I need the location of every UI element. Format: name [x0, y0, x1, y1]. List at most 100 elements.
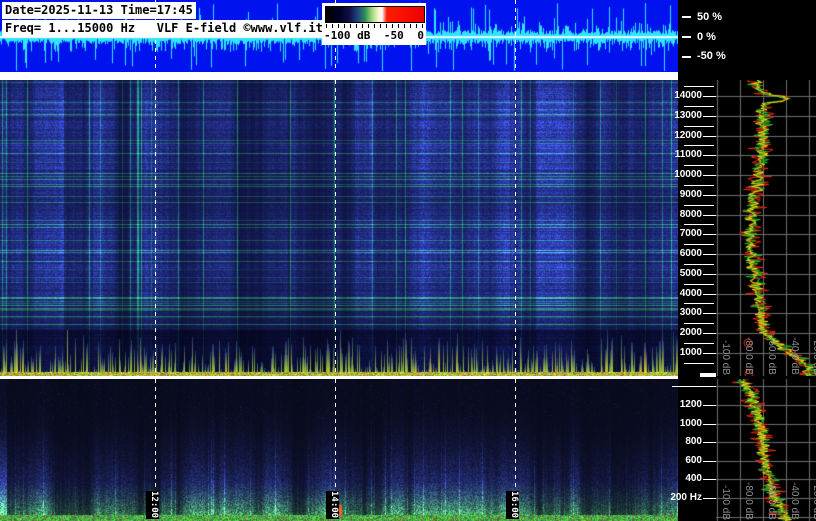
amplitude-tick — [682, 16, 691, 18]
freq-tick-label: 7000 — [679, 228, 702, 239]
freq-minor-tick — [684, 145, 714, 146]
time-gridline — [335, 80, 336, 376]
freq-minor-tick — [684, 205, 714, 206]
freq-major-tick — [703, 498, 716, 499]
time-gridline — [515, 80, 516, 376]
time-label: 14:00 — [326, 491, 339, 519]
time-gridline — [155, 379, 156, 493]
freq-tick-label: 1000 — [679, 418, 702, 429]
freq-major-tick — [703, 116, 716, 117]
freq-range-readout: Freq= 1...15000 Hz VLF E-field ©www.vlf.… — [2, 20, 326, 37]
freq-major-tick — [703, 461, 716, 462]
freq-major-tick — [703, 254, 716, 255]
date-time-readout: Date=2025-11-13 Time=17:45 — [2, 2, 196, 19]
freq-major-tick — [703, 479, 716, 480]
db-axis-label: -80.0 dB — [743, 482, 754, 520]
db-axis-label: -20.0 dB — [811, 482, 816, 520]
amplitude-tick — [682, 36, 691, 38]
axis-corner-tick — [700, 373, 716, 377]
freq-minor-tick — [684, 284, 714, 285]
freq-major-tick — [703, 195, 716, 196]
time-gridline — [515, 379, 516, 493]
time-label: 12:00 — [146, 491, 159, 519]
freq-tick-label: 1000 — [679, 347, 702, 358]
freq-tick-label: 5000 — [679, 268, 702, 279]
freq-tick-label: 800 — [685, 436, 702, 447]
separator-top — [0, 72, 678, 80]
amplitude-label: -50 % — [697, 50, 726, 62]
db-axis-label: -60.0 dB — [766, 337, 777, 375]
freq-major-tick — [703, 294, 716, 295]
colorbar-ticks — [326, 24, 423, 28]
colorbar-label-min: -100 dB — [324, 29, 371, 42]
freq-major-tick — [703, 274, 716, 275]
time-label: 16:00 — [506, 491, 519, 519]
db-axis-label: -40.0 dB — [789, 337, 800, 375]
freq-major-tick — [703, 175, 716, 176]
freq-major-tick — [703, 215, 716, 216]
freq-tick-label: 14000 — [674, 90, 702, 101]
db-axis-low: -100 dB -80.0 dB -60.0 dB -40.0 dB -20.0 dB — [716, 379, 816, 521]
db-axis-label: -20.0 dB — [811, 337, 816, 375]
freq-tick-label: 13000 — [674, 110, 702, 121]
amplitude-tick — [682, 56, 691, 58]
time-gridline — [515, 0, 516, 72]
freq-tick-label: 6000 — [679, 248, 702, 259]
freq-tick-label: 2000 — [679, 327, 702, 338]
main-spectrogram-overlays — [0, 80, 678, 376]
colorbar-label-max: 0 — [417, 29, 424, 42]
low-spectrogram-overlays: 12:00 14:00 16:00 — [0, 379, 678, 521]
db-axis-main: -100 dB -80.0 dB -60.0 dB -40.0 dB -20.0 dB — [716, 80, 816, 376]
freq-tick-label: 10000 — [674, 169, 702, 180]
freq-tick-label: 200 Hz — [670, 492, 702, 503]
freq-tick-label: 8000 — [679, 209, 702, 220]
freq-tick-label: 1200 — [679, 399, 702, 410]
freq-major-tick — [703, 234, 716, 235]
colorbar-label-mid: -50 — [383, 29, 404, 42]
db-axis-label: -100 dB — [720, 339, 731, 375]
freq-minor-tick — [684, 224, 714, 225]
freq-tick-label: 12000 — [674, 130, 702, 141]
freq-major-tick — [703, 155, 716, 156]
freq-major-tick — [703, 313, 716, 314]
freq-major-tick — [703, 353, 716, 354]
freq-minor-tick — [684, 323, 714, 324]
freq-minor-tick — [684, 343, 714, 344]
freq-major-tick — [703, 136, 716, 137]
db-axis-label: -80.0 dB — [743, 337, 754, 375]
amplitude-label: 50 % — [697, 11, 723, 23]
freq-major-tick — [703, 333, 716, 334]
colorbar-gradient — [325, 6, 425, 23]
db-axis-label: -60.0 dB — [766, 482, 777, 520]
frequency-axis-low: 1200 1000 800 600 400 200 Hz — [670, 379, 716, 521]
freq-tick-label: 400 — [685, 473, 702, 484]
db-axis-label: -40.0 dB — [789, 482, 800, 520]
freq-minor-tick — [684, 264, 714, 265]
colorbar-labels: -100 dB -50 0 — [324, 29, 424, 42]
freq-minor-tick — [684, 185, 714, 186]
freq-tick-label: 9000 — [679, 189, 702, 200]
amplitude-label: 0 % — [697, 31, 716, 43]
freq-tick-label: 11000 — [674, 149, 702, 160]
freq-minor-tick — [684, 106, 714, 107]
amplitude-percent-axis: 50 % 0 % -50 % — [678, 0, 816, 72]
freq-minor-tick — [684, 165, 714, 166]
frequency-axis-main: 14000 13000 12000 11000 10000 9000 8000 7000 600… — [674, 80, 716, 376]
db-colorbar: -100 dB -50 0 — [322, 3, 426, 45]
vlf-monitor-screen: 12:00 14:00 16:00 50 % 0 % -50 % 14000 13000 1… — [0, 0, 816, 521]
freq-minor-tick — [684, 126, 714, 127]
freq-minor-tick — [672, 386, 716, 387]
db-axis-label: -100 dB — [720, 484, 731, 520]
freq-minor-tick — [684, 86, 714, 87]
freq-tick-label: 3000 — [679, 307, 702, 318]
time-gridline — [335, 379, 336, 493]
freq-major-tick — [703, 442, 716, 443]
freq-major-tick — [703, 424, 716, 425]
freq-minor-tick — [684, 363, 714, 364]
freq-major-tick — [703, 405, 716, 406]
freq-minor-tick — [684, 303, 714, 304]
freq-range-text: Freq= 1...15000 Hz VLF E-field ©www.vlf.… — [5, 21, 323, 35]
date-time-text: Date=2025-11-13 Time=17:45 — [5, 3, 193, 17]
freq-tick-label: 4000 — [679, 288, 702, 299]
freq-minor-tick — [684, 244, 714, 245]
